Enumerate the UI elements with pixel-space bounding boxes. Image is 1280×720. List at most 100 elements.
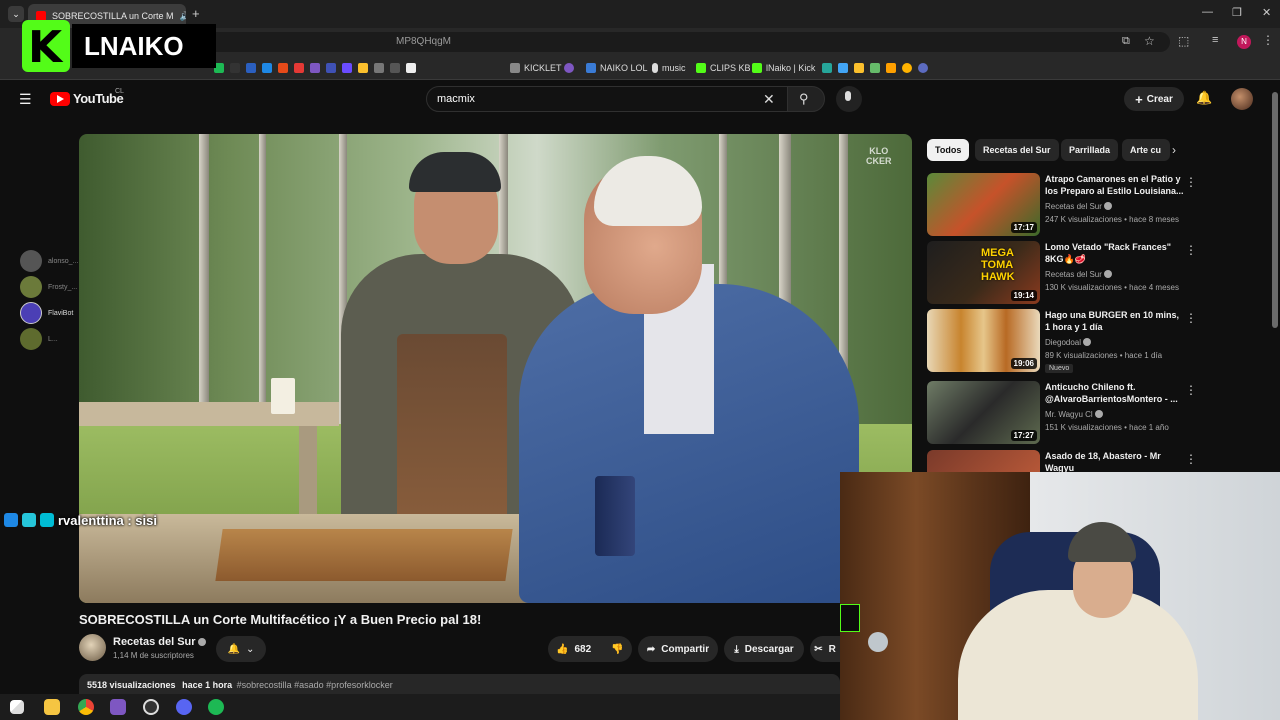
kick-logo: K xyxy=(22,20,70,73)
verified-icon xyxy=(1094,410,1103,418)
minimize-icon[interactable]: — xyxy=(1202,6,1213,18)
more-options-icon[interactable]: ⋮ xyxy=(1185,175,1197,189)
video-player[interactable]: KLO CKER xyxy=(79,134,912,603)
recommendation-title[interactable]: Lomo Vetado "Rack Frances" 8KG🔥🥩 xyxy=(1045,241,1185,265)
media-icon[interactable]: ≡ xyxy=(1212,34,1218,46)
music-icon xyxy=(652,63,658,73)
upload-time: hace 1 hora xyxy=(182,680,233,690)
account-avatar[interactable] xyxy=(1231,88,1253,110)
recommendation-item[interactable]: 17:27 Anticucho Chileno ft. @AlvaroBarri… xyxy=(927,381,1197,445)
dislike-button[interactable]: 👎 xyxy=(611,644,623,655)
recommendation-item[interactable]: MEGA TOMA HAWK 19:14 Lomo Vetado "Rack F… xyxy=(927,241,1197,305)
bookmark-star-icon[interactable]: ☆ xyxy=(1144,34,1155,48)
recommendation-title[interactable]: Anticucho Chileno ft. @AlvaroBarrientosM… xyxy=(1045,381,1185,405)
video-watermark: KLO CKER xyxy=(866,146,892,166)
recommendation-channel[interactable]: Recetas del Sur xyxy=(1045,202,1112,211)
url-field[interactable]: MP8QHqgM xyxy=(180,32,1170,52)
like-button[interactable]: 👍 682 xyxy=(556,644,591,655)
streamer-name: LNAIKO xyxy=(72,24,216,68)
new-tab-icon[interactable]: + xyxy=(192,6,200,21)
more-options-icon[interactable]: ⋮ xyxy=(1185,243,1197,257)
install-icon[interactable]: ⧉ xyxy=(1122,35,1130,48)
bookmark-discord[interactable] xyxy=(564,60,574,76)
recommendation-title[interactable]: Asado de 18, Abastero - Mr Wagyu xyxy=(1045,450,1185,472)
spotify-icon[interactable] xyxy=(208,699,224,715)
obs-icon[interactable] xyxy=(143,699,159,715)
bookmark-music[interactable]: music xyxy=(652,60,686,76)
chevron-right-icon[interactable]: › xyxy=(1172,143,1176,157)
channel-name[interactable]: Recetas del Sur xyxy=(113,636,206,648)
clips-kb-icon xyxy=(696,63,706,73)
youtube-logo-icon[interactable] xyxy=(50,92,70,106)
more-options-icon[interactable]: ⋮ xyxy=(1185,452,1197,466)
kick-sticker xyxy=(840,604,860,632)
chip-arte-culinario[interactable]: Arte cu xyxy=(1122,139,1170,161)
clear-search-icon[interactable]: ✕ xyxy=(763,87,775,111)
menu-dots-icon[interactable]: ⋮ xyxy=(1262,33,1274,47)
twitch-icon[interactable] xyxy=(110,699,126,715)
channel-avatar[interactable] xyxy=(79,634,106,661)
bookmark-icons-group-2[interactable] xyxy=(822,60,928,76)
verified-icon xyxy=(197,638,206,646)
plus-icon: + xyxy=(1135,91,1143,107)
notifications-bell-icon[interactable]: 🔔 xyxy=(1196,90,1212,106)
tab-audio-icon[interactable]: 🔊 xyxy=(180,11,186,22)
more-options-icon[interactable]: ⋮ xyxy=(1185,311,1197,325)
more-options-icon[interactable]: ⋮ xyxy=(1185,383,1197,397)
maximize-icon[interactable]: ❐ xyxy=(1232,6,1242,19)
video-thumbnail[interactable]: 17:27 xyxy=(927,381,1040,444)
chip-todos[interactable]: Todos xyxy=(927,139,970,161)
voice-search-button[interactable] xyxy=(836,86,862,112)
recommendation-item[interactable]: Asado de 18, Abastero - Mr Wagyu ⋮ xyxy=(927,450,1197,472)
video-thumbnail[interactable]: 17:17 xyxy=(927,173,1040,236)
recommendation-item[interactable]: 17:17 Atrapo Camarones en el Patio y los… xyxy=(927,173,1197,237)
recommendation-channel[interactable]: Recetas del Sur xyxy=(1045,270,1112,279)
chip-parrillada[interactable]: Parrillada xyxy=(1061,139,1119,161)
video-thumbnail[interactable] xyxy=(927,450,1040,472)
search-button[interactable]: ⚲ xyxy=(787,86,825,112)
hashtags[interactable]: #sobrecostilla #asado #profesorklocker xyxy=(237,680,393,690)
recommendation-channel[interactable]: Mr. Wagyu Cl xyxy=(1045,410,1103,419)
search-value: macmix xyxy=(437,93,475,105)
kick-logo-letter: K xyxy=(28,22,63,73)
thumbnail-text: MEGA TOMA HAWK xyxy=(981,247,1015,283)
bookmark-naiko-lol[interactable]: NAIKO LOL xyxy=(586,60,648,76)
chrome-icon[interactable] xyxy=(78,699,94,715)
new-badge: Nuevo xyxy=(1045,364,1074,373)
share-icon: ➦ xyxy=(646,643,656,655)
discord-icon[interactable] xyxy=(176,699,192,715)
bookmark-icons-group[interactable] xyxy=(214,60,416,76)
video-thumbnail[interactable]: MEGA TOMA HAWK 19:14 xyxy=(927,241,1040,304)
page-scrollbar[interactable] xyxy=(1272,92,1278,328)
recommendation-channel[interactable]: Diegodoal xyxy=(1045,338,1092,347)
subscription-bell-button[interactable]: 🔔 ⌄ xyxy=(216,636,266,662)
recommendation-title[interactable]: Hago una BURGER en 10 mins, 1 hora y 1 d… xyxy=(1045,309,1185,333)
bell-icon: 🔔 xyxy=(227,643,241,655)
recommendation-title[interactable]: Atrapo Camarones en el Patio y los Prepa… xyxy=(1045,173,1185,197)
search-input[interactable]: macmix ✕ xyxy=(426,86,788,112)
clip-button[interactable]: ✂ R xyxy=(810,636,840,662)
download-label: Descargar xyxy=(744,643,794,655)
recommendation-meta: 151 K visualizaciones • hace 1 año xyxy=(1045,423,1169,432)
create-button[interactable]: + Crear xyxy=(1124,87,1184,111)
bookmark-naiko-kick[interactable]: lNaiko | Kick xyxy=(752,60,815,76)
chip-recetas-del-sur[interactable]: Recetas del Sur xyxy=(975,139,1059,161)
close-window-icon[interactable]: ✕ xyxy=(1262,6,1271,19)
file-explorer-icon[interactable] xyxy=(44,699,60,715)
tab-search-icon[interactable]: ⌄ xyxy=(8,6,24,22)
extensions-icon[interactable]: ⬚ xyxy=(1178,34,1189,48)
share-button[interactable]: ➦ Compartir xyxy=(638,636,718,662)
recommendation-item[interactable]: 19:06 Hago una BURGER en 10 mins, 1 hora… xyxy=(927,309,1197,373)
download-button[interactable]: ⤓ Descargar xyxy=(724,636,804,662)
tab-title: SOBRECOSTILLA un Corte M xyxy=(52,11,174,21)
kick-icon xyxy=(752,63,762,73)
country-code: CL xyxy=(115,88,124,95)
bookmark-clips-kb[interactable]: CLIPS KB xyxy=(696,60,751,76)
bookmark-kicklet[interactable]: KICKLET xyxy=(510,60,562,76)
create-label: Crear xyxy=(1146,93,1173,105)
badge-icon xyxy=(40,513,54,527)
profile-avatar[interactable]: N xyxy=(1237,35,1251,49)
windows-start-icon[interactable] xyxy=(10,700,24,714)
video-thumbnail[interactable]: 19:06 xyxy=(927,309,1040,372)
hamburger-menu-icon[interactable]: ☰ xyxy=(19,91,32,108)
